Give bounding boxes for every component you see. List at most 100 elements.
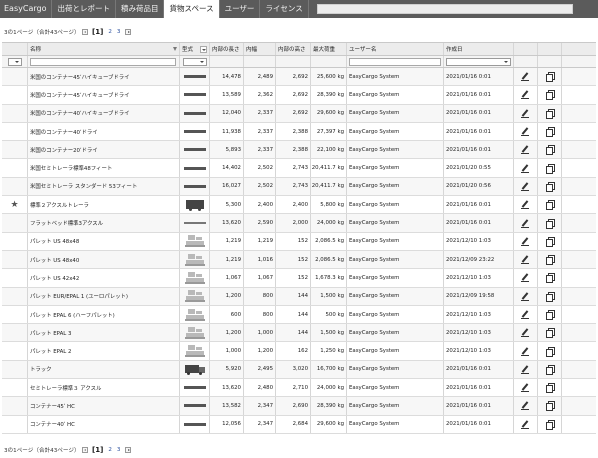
edit-icon[interactable] bbox=[521, 72, 530, 82]
edit-icon[interactable] bbox=[521, 310, 530, 319]
star-icon[interactable]: ★ bbox=[10, 200, 18, 210]
tab-easycargo[interactable]: EasyCargo bbox=[0, 0, 53, 18]
table-row[interactable]: コンテナー45ʹ HC 13,582 2,347 2,690 28,390 kg Easy… bbox=[2, 397, 596, 416]
copy-icon[interactable] bbox=[545, 364, 555, 375]
table-row[interactable]: 米国セミトレーラ標準48フィート 14,402 2,502 2,743 20,411.7… bbox=[2, 159, 596, 178]
pager-page-2[interactable]: 2 bbox=[108, 29, 112, 35]
table-row[interactable]: パレット US 42x42 1,067 1,067 152 1,678.3 kg Easy… bbox=[2, 269, 596, 288]
edit-icon[interactable] bbox=[521, 127, 530, 137]
favorite-cell[interactable]: ★ bbox=[2, 196, 28, 214]
copy-icon[interactable] bbox=[545, 90, 555, 101]
tab-licenses[interactable]: ライセンス bbox=[260, 0, 309, 18]
copy-icon[interactable] bbox=[545, 163, 555, 174]
edit-icon[interactable] bbox=[521, 420, 530, 429]
header-max-load[interactable]: 最大荷重 bbox=[311, 43, 347, 55]
header-inner-length[interactable]: 内部の長さ bbox=[210, 43, 244, 55]
edit-icon[interactable] bbox=[521, 237, 530, 246]
username-filter-input[interactable] bbox=[349, 57, 441, 66]
favorite-cell[interactable] bbox=[2, 250, 28, 269]
copy-icon[interactable] bbox=[545, 346, 555, 357]
table-row[interactable]: ★ 標準２アクスルトレーラ 5,300 2,400 2,400 5,800 kg EasyC… bbox=[2, 196, 596, 215]
table-row[interactable]: トラック 5,920 2,495 3,020 16,700 kg EasyCargo Sy… bbox=[2, 360, 596, 380]
favorite-cell[interactable] bbox=[2, 324, 28, 342]
copy-icon[interactable] bbox=[545, 419, 555, 430]
tab-cargo-items[interactable]: 積み荷品目 bbox=[116, 0, 165, 18]
favorite-cell[interactable] bbox=[2, 104, 28, 122]
edit-icon[interactable] bbox=[521, 292, 530, 301]
favorite-cell[interactable] bbox=[2, 269, 28, 287]
header-type[interactable]: 型式 bbox=[180, 43, 210, 55]
favorite-filter-select[interactable] bbox=[7, 57, 22, 66]
table-row[interactable]: パレット US 48x48 1,219 1,219 152 2,086.5 kg Easy… bbox=[2, 232, 596, 251]
table-row[interactable]: フラットベッド標準3アクスル 13,620 2,590 2,000 24,000 kg E… bbox=[2, 214, 596, 233]
copy-icon[interactable] bbox=[545, 401, 555, 412]
tab-users[interactable]: ユーザー bbox=[220, 0, 261, 18]
type-filter-select[interactable] bbox=[182, 57, 207, 66]
table-row[interactable]: 米国のコンテナー40ʹドライ 11,938 2,337 2,388 27,397 kg E… bbox=[2, 122, 596, 142]
filter-icon[interactable] bbox=[173, 47, 177, 51]
copy-icon[interactable] bbox=[545, 310, 555, 320]
favorite-cell[interactable] bbox=[2, 141, 28, 159]
edit-icon[interactable] bbox=[521, 365, 530, 374]
table-row[interactable]: パレット US 48x40 1,219 1,016 152 2,086.5 kg Easy… bbox=[2, 250, 596, 270]
favorite-cell[interactable] bbox=[2, 397, 28, 415]
copy-icon[interactable] bbox=[545, 236, 555, 247]
prev-page-icon[interactable] bbox=[81, 447, 88, 453]
edit-icon[interactable] bbox=[521, 200, 530, 210]
edit-icon[interactable] bbox=[521, 164, 530, 173]
edit-icon[interactable] bbox=[521, 347, 530, 356]
tab-shipments-reports[interactable]: 出荷とレポート bbox=[52, 0, 116, 18]
header-inner-height[interactable]: 内部の高さ bbox=[276, 43, 311, 55]
copy-icon[interactable] bbox=[545, 127, 555, 138]
table-row[interactable]: 米国のコンテナー45ʹハイキューブドライ 13,589 2,362 2,692 28,3… bbox=[2, 86, 596, 105]
next-page-icon[interactable] bbox=[124, 447, 131, 453]
table-row[interactable]: セミトレーラ標準３ アクスル 13,620 2,480 2,710 24,000 kg E… bbox=[2, 379, 596, 398]
table-row[interactable]: パレット EPAL 2 1,000 1,200 162 1,250 kg EasyCarg… bbox=[2, 342, 596, 361]
favorite-cell[interactable] bbox=[2, 415, 28, 433]
table-row[interactable]: 米国のコンテナー40ʹハイキューブドライ 12,040 2,337 2,692 29,6… bbox=[2, 104, 596, 123]
edit-icon[interactable] bbox=[521, 273, 530, 283]
copy-icon[interactable] bbox=[545, 200, 555, 211]
date-filter-select[interactable] bbox=[446, 57, 511, 66]
header-created[interactable]: 作成日 bbox=[444, 43, 514, 55]
copy-icon[interactable] bbox=[545, 181, 555, 192]
table-row[interactable]: コンテナー40ʹ HC 12,056 2,347 2,684 29,600 kg Easy… bbox=[2, 415, 596, 434]
edit-icon[interactable] bbox=[521, 219, 530, 228]
copy-icon[interactable] bbox=[545, 328, 555, 339]
copy-icon[interactable] bbox=[545, 72, 555, 83]
favorite-cell[interactable] bbox=[2, 342, 28, 360]
favorite-cell[interactable] bbox=[2, 305, 28, 324]
next-page-icon[interactable] bbox=[124, 29, 131, 35]
table-row[interactable]: パレット EPAL 3 1,200 1,000 144 1,500 kg EasyCarg… bbox=[2, 324, 596, 343]
pager-page-3[interactable]: 3 bbox=[117, 447, 121, 453]
favorite-cell[interactable] bbox=[2, 379, 28, 397]
copy-icon[interactable] bbox=[545, 218, 555, 229]
tab-bar-search-field[interactable] bbox=[316, 4, 573, 14]
favorite-cell[interactable] bbox=[2, 360, 28, 379]
favorite-cell[interactable] bbox=[2, 177, 28, 196]
edit-icon[interactable] bbox=[521, 182, 530, 191]
copy-icon[interactable] bbox=[545, 145, 555, 156]
column-menu-icon[interactable] bbox=[200, 45, 207, 53]
header-username[interactable]: ユーザー名 bbox=[347, 43, 444, 55]
pager-page-2[interactable]: 2 bbox=[108, 447, 112, 453]
table-row[interactable]: 米国のコンテナー20ʹドライ 5,893 2,337 2,388 22,100 kg Ea… bbox=[2, 141, 596, 160]
favorite-cell[interactable] bbox=[2, 214, 28, 232]
copy-icon[interactable] bbox=[545, 108, 555, 119]
edit-icon[interactable] bbox=[521, 401, 530, 411]
copy-icon[interactable] bbox=[545, 273, 555, 284]
table-row[interactable]: 米国のコンテナー45ʹハイキューブドライ 14,478 2,489 2,692 25,6… bbox=[2, 68, 596, 87]
copy-icon[interactable] bbox=[545, 255, 555, 266]
prev-page-icon[interactable] bbox=[81, 29, 88, 35]
edit-icon[interactable] bbox=[521, 145, 530, 155]
edit-icon[interactable] bbox=[521, 90, 530, 100]
table-row[interactable]: パレット EUR/EPAL 1 (ユーロパレット) 1,200 800 144 1,50… bbox=[2, 287, 596, 306]
edit-icon[interactable] bbox=[521, 383, 530, 393]
table-row[interactable]: パレット EPAL 6 (ハーフパレット) 600 800 144 500 kg Easy… bbox=[2, 305, 596, 325]
favorite-cell[interactable] bbox=[2, 232, 28, 250]
tab-cargo-spaces[interactable]: 貨物スペース bbox=[164, 0, 220, 18]
edit-icon[interactable] bbox=[521, 255, 530, 265]
header-name[interactable]: 名称 bbox=[28, 43, 180, 55]
favorite-cell[interactable] bbox=[2, 68, 28, 86]
copy-icon[interactable] bbox=[545, 383, 555, 394]
